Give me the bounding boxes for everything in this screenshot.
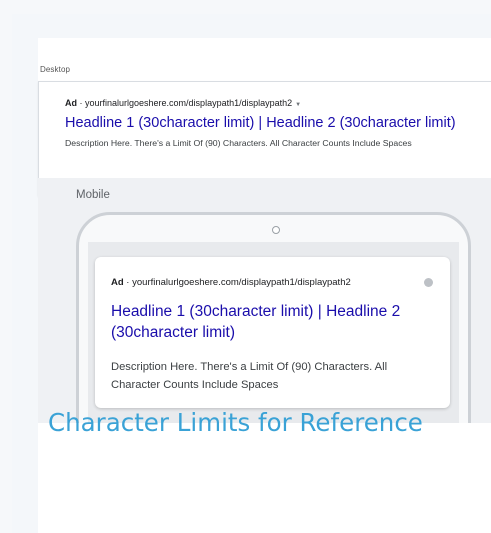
desktop-url-line: Ad · yourfinalurlgoeshere.com/displaypat… (65, 98, 301, 108)
desktop-label: Desktop (40, 65, 71, 74)
phone-camera-icon (272, 226, 280, 234)
ad-badge: Ad (65, 98, 77, 108)
separator: · (123, 277, 133, 288)
mobile-ad-card: Ad · yourfinalurlgoeshere.com/displaypat… (95, 257, 450, 408)
mobile-headline-link[interactable]: Headline 1 (30character limit) | Headlin… (111, 301, 431, 343)
phone-frame: Ad · yourfinalurlgoeshere.com/displaypat… (76, 212, 471, 423)
dropdown-arrow-icon[interactable]: ▼ (295, 102, 301, 108)
ad-badge: Ad (111, 277, 124, 288)
section-title: Character Limits for Reference (48, 408, 423, 437)
mobile-url-line: Ad · yourfinalurlgoeshere.com/displaypat… (111, 277, 351, 288)
desktop-description: Description Here. There's a Limit Of (90… (65, 138, 412, 148)
info-icon[interactable] (424, 278, 433, 287)
mobile-label: Mobile (76, 189, 110, 201)
display-url[interactable]: yourfinalurlgoeshere.com/displaypath1/di… (132, 277, 351, 288)
phone-screen: Ad · yourfinalurlgoeshere.com/displaypat… (88, 242, 459, 423)
mobile-description: Description Here. There's a Limit Of (90… (111, 361, 388, 391)
display-url[interactable]: yourfinalurlgoeshere.com/displaypath1/di… (85, 98, 292, 108)
mobile-preview-area: Mobile Ad · yourfinalurlgoeshere.com/dis… (38, 178, 491, 423)
separator: · (77, 98, 85, 108)
desktop-headline-link[interactable]: Headline 1 (30character limit) | Headlin… (65, 115, 456, 131)
content-panel: Desktop Ad · yourfinalurlgoeshere.com/di… (38, 38, 491, 533)
